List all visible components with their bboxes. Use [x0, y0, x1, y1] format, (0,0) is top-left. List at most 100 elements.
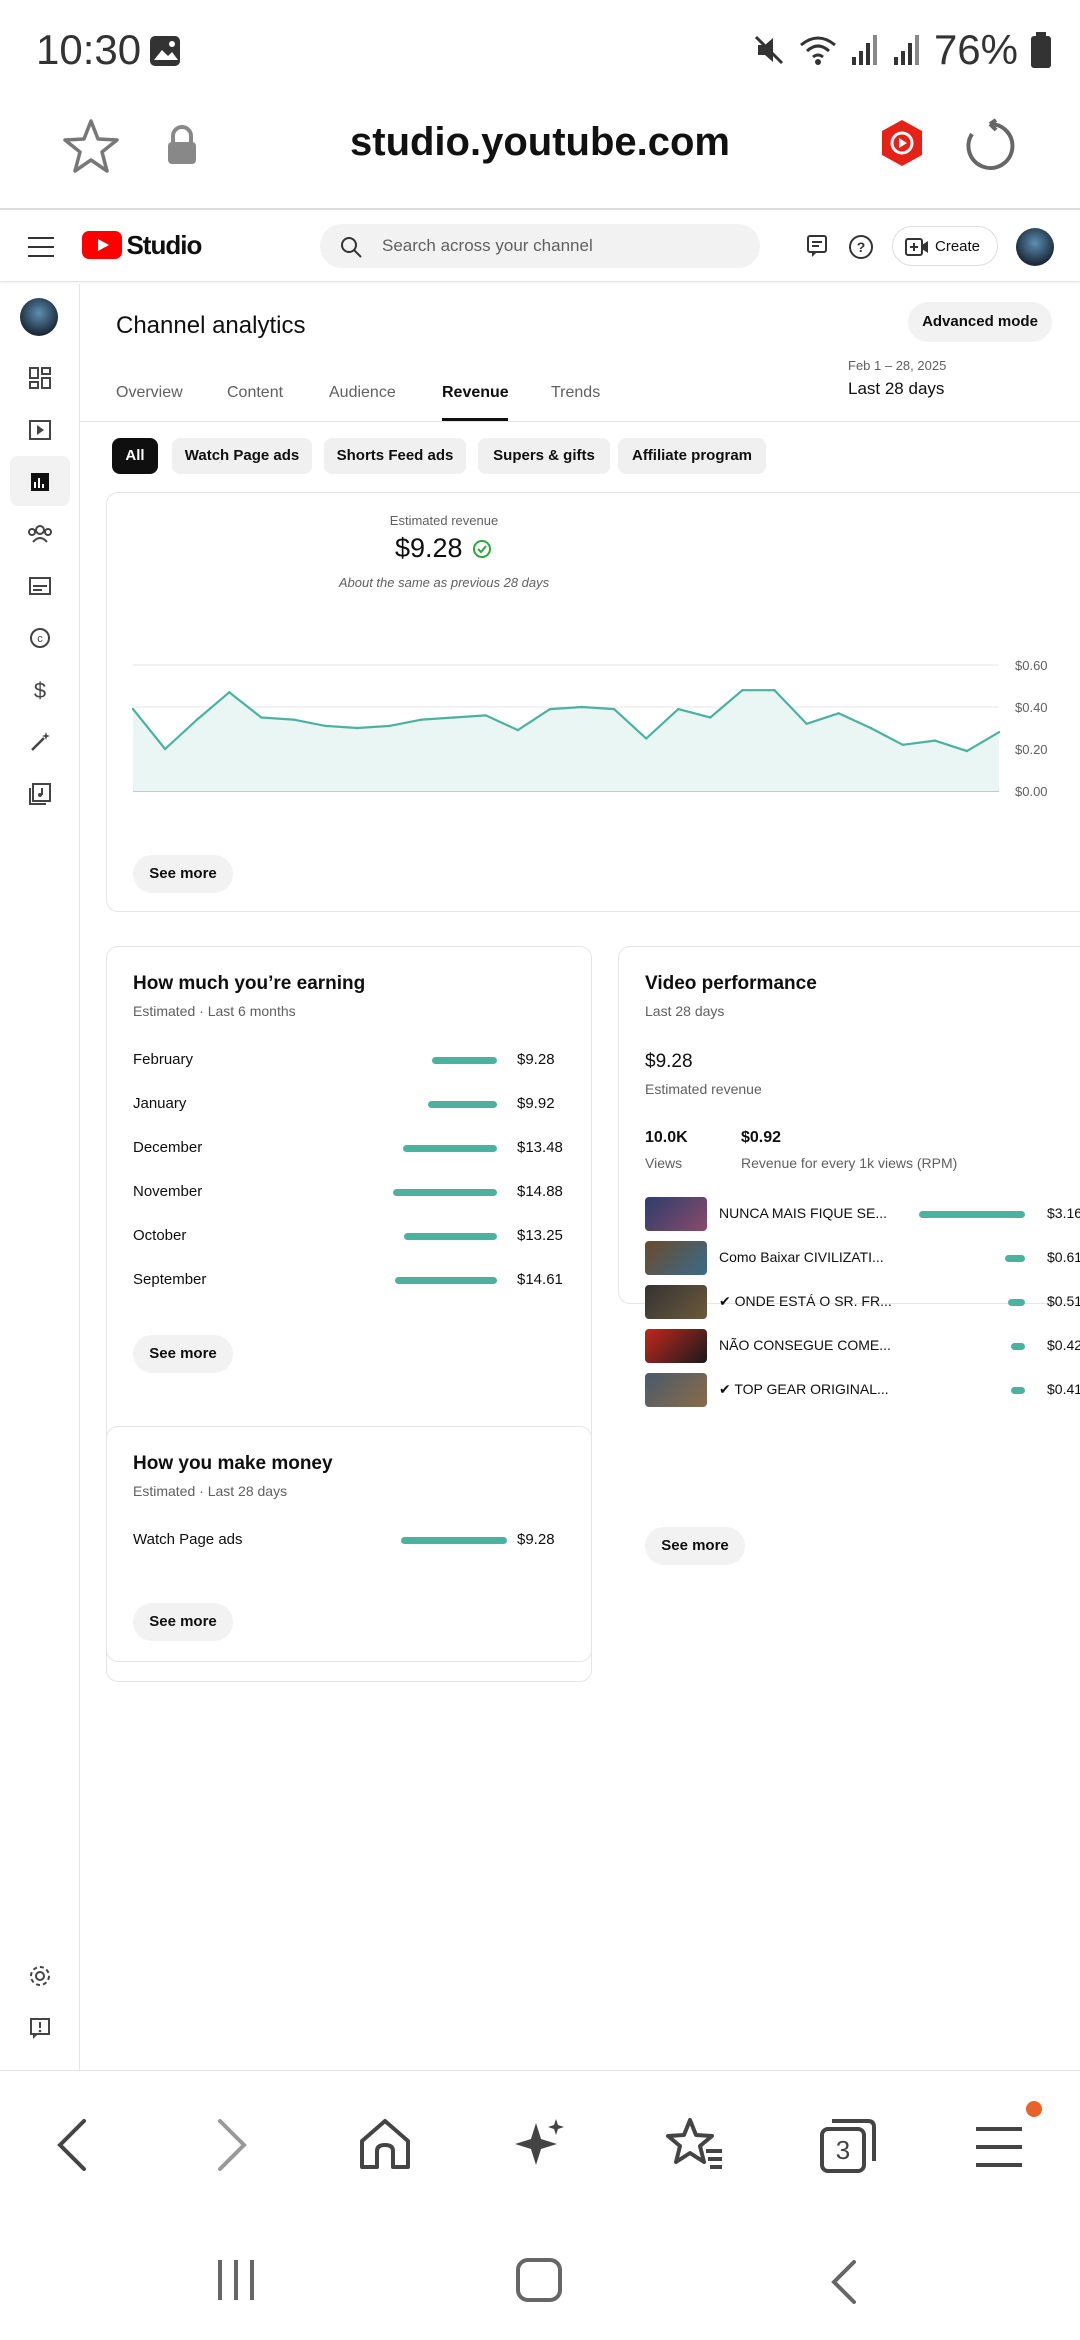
date-range-picker[interactable]: Feb 1 – 28, 2025 Last 28 days	[848, 358, 946, 399]
make-money-title: How you make money	[133, 1453, 333, 1474]
gallery-icon	[150, 36, 180, 66]
feedback-icon[interactable]	[806, 234, 828, 258]
earning-title: How much you’re earning	[133, 973, 366, 994]
chip-supers-gifts[interactable]: Supers & gifts	[478, 438, 610, 474]
rpm-label: Revenue for every 1k views (RPM)	[741, 1155, 958, 1171]
copyright-icon[interactable]: c	[22, 620, 58, 656]
earning-value: $14.88	[517, 1183, 563, 1200]
youtube-studio-app-icon[interactable]	[880, 118, 924, 168]
revenue-point	[452, 716, 455, 719]
menu-hamburger-icon[interactable]	[976, 2125, 1026, 2169]
system-home-icon[interactable]	[514, 2256, 564, 2304]
home-icon[interactable]	[356, 2115, 414, 2173]
studio-header: Studio Search across your channel ? Crea…	[0, 212, 1080, 282]
revenue-chart-card: Estimated revenue $9.28 About the same a…	[106, 492, 1080, 912]
revenue-point	[741, 689, 744, 692]
y-tick-label: $0.60	[1015, 658, 1048, 673]
studio-logo[interactable]: Studio	[82, 230, 202, 261]
customization-icon[interactable]	[22, 724, 58, 760]
revenue-point	[163, 747, 167, 751]
content-icon[interactable]	[22, 412, 58, 448]
reload-icon[interactable]	[962, 118, 1018, 174]
video-title[interactable]: NÃO CONSEGUE COME...	[719, 1337, 891, 1353]
chip-watch-page-ads[interactable]: Watch Page ads	[172, 438, 312, 474]
advanced-mode-button[interactable]: Advanced mode	[908, 302, 1052, 342]
svg-text:$: $	[34, 678, 46, 703]
create-label: Create	[935, 238, 981, 255]
earning-value: $14.61	[517, 1271, 563, 1288]
earn-icon[interactable]: $	[22, 672, 58, 708]
revenue-point	[933, 739, 937, 742]
revenue-point	[260, 716, 263, 719]
menu-icon[interactable]	[28, 236, 54, 258]
video-thumbnail[interactable]	[645, 1285, 707, 1319]
video-thumbnail[interactable]	[645, 1329, 707, 1363]
video-title[interactable]: NUNCA MAIS FIQUE SE...	[719, 1205, 887, 1221]
estimated-revenue-row: $9.28	[107, 533, 781, 564]
tab-audience[interactable]: Audience	[329, 384, 396, 402]
tab-content[interactable]: Content	[227, 384, 283, 402]
revenue-point	[612, 707, 616, 711]
chip-all[interactable]: All	[112, 438, 158, 474]
revenue-point	[965, 749, 969, 753]
revenue-point	[997, 731, 1001, 734]
system-back-icon[interactable]	[826, 2258, 862, 2306]
ai-sparkle-icon[interactable]	[512, 2115, 570, 2173]
video-title[interactable]: ✔ TOP GEAR ORIGINAL...	[719, 1381, 889, 1398]
analytics-icon[interactable]	[22, 464, 58, 500]
y-tick-label: $0.40	[1015, 700, 1048, 715]
revenue-point	[131, 707, 135, 711]
subtitles-icon[interactable]	[22, 568, 58, 604]
x-tick-label: Feb 28, ...	[938, 801, 997, 803]
earning-bar	[432, 1057, 497, 1064]
earning-value: $13.25	[517, 1227, 563, 1244]
forward-arrow-icon[interactable]	[210, 2117, 254, 2173]
create-button[interactable]: Create	[892, 226, 998, 266]
revenue-point	[773, 689, 776, 692]
earning-value: $13.48	[517, 1139, 563, 1156]
video-thumbnail[interactable]	[645, 1373, 707, 1407]
video-revenue-value: $3.16	[1047, 1205, 1080, 1221]
revenue-point	[677, 707, 680, 711]
avatar[interactable]	[1016, 228, 1054, 266]
bookmarks-icon[interactable]	[664, 2115, 726, 2173]
earning-bar	[404, 1233, 497, 1240]
revenue-point	[516, 728, 520, 732]
video-title[interactable]: ✔ ONDE ESTÁ O SR. FR...	[719, 1293, 892, 1310]
earning-see-more-button[interactable]: See more	[133, 1335, 233, 1373]
search-input[interactable]: Search across your channel	[320, 224, 760, 268]
send-feedback-icon[interactable]	[22, 2010, 58, 2046]
tab-overview[interactable]: Overview	[116, 384, 183, 402]
tab-revenue[interactable]: Revenue	[442, 384, 509, 402]
revenue-see-more-button[interactable]: See more	[133, 855, 233, 893]
video-see-more-button[interactable]: See more	[645, 1527, 745, 1565]
help-icon[interactable]: ?	[848, 234, 874, 260]
revenue-chart[interactable]: $0.60 $0.40 $0.20 $0.00 Feb 1, 2025 Feb 6, 20…	[107, 643, 1080, 803]
video-thumbnail[interactable]	[645, 1241, 707, 1275]
tab-trends[interactable]: Trends	[551, 384, 600, 402]
video-revenue-value: $0.61	[1047, 1249, 1080, 1265]
channel-avatar[interactable]	[20, 298, 58, 336]
video-thumbnail[interactable]	[645, 1197, 707, 1231]
revenue-source-value: $9.28	[517, 1531, 555, 1548]
chip-shorts-feed-ads[interactable]: Shorts Feed ads	[324, 438, 466, 474]
dashboard-icon[interactable]	[22, 360, 58, 396]
video-revenue-bar	[1005, 1255, 1025, 1262]
revenue-point	[292, 718, 295, 721]
settings-icon[interactable]	[22, 1958, 58, 1994]
money-see-more-button[interactable]: See more	[133, 1603, 233, 1641]
tabs-count: 3	[835, 2135, 851, 2165]
x-tick-label: Feb 15, 2025	[544, 801, 621, 803]
revenue-point	[356, 726, 359, 730]
tabs-button[interactable]: 3	[818, 2115, 878, 2175]
chip-affiliate-program[interactable]: Affiliate program	[618, 438, 766, 474]
revenue-point	[709, 716, 712, 719]
audio-library-icon[interactable]	[22, 776, 58, 812]
revenue-compare-text: About the same as previous 28 days	[338, 575, 550, 590]
recents-icon[interactable]	[214, 2258, 260, 2302]
back-arrow-icon[interactable]	[50, 2117, 94, 2173]
video-revenue-value: $0.41	[1047, 1381, 1080, 1397]
create-video-icon	[905, 238, 928, 256]
video-title[interactable]: Como Baixar CIVILIZATI...	[719, 1249, 884, 1265]
community-icon[interactable]	[22, 516, 58, 552]
